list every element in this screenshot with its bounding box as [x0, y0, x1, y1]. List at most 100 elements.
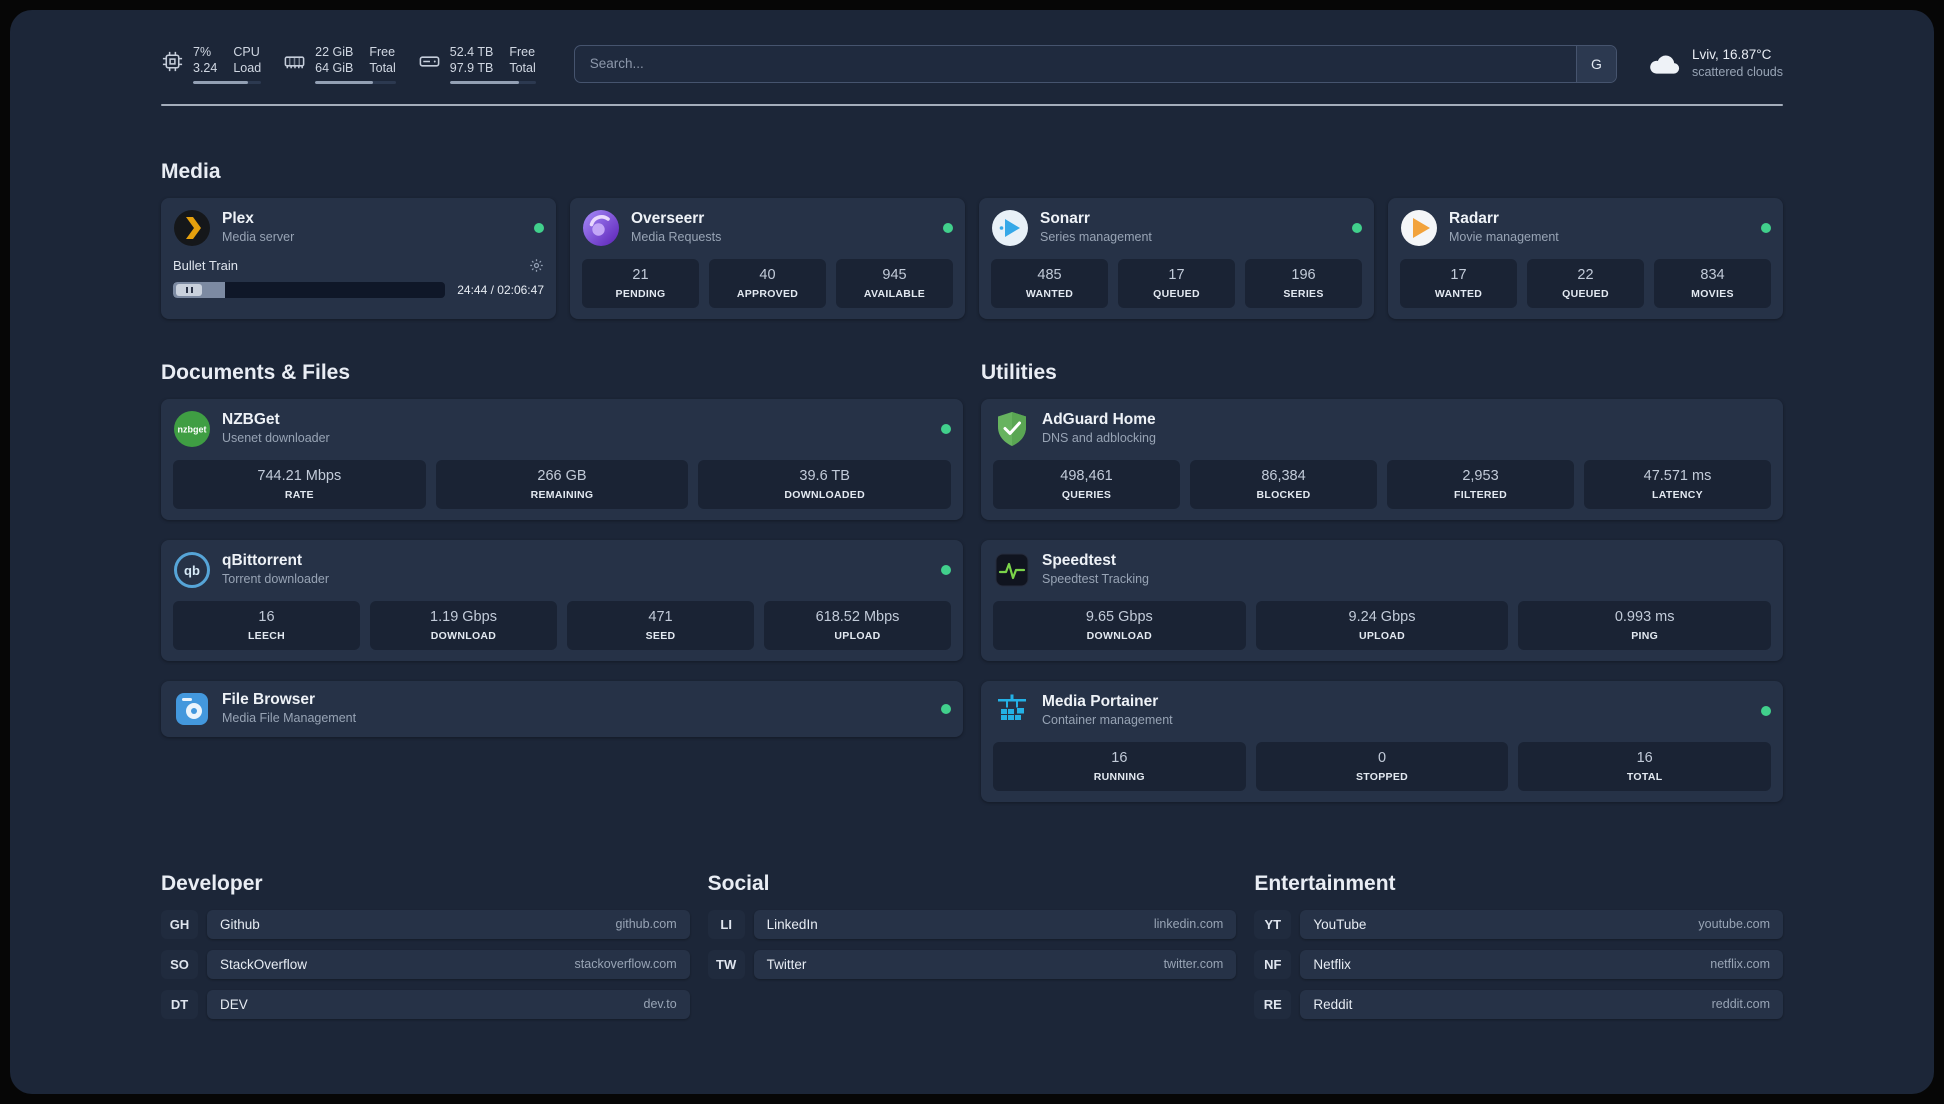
stat-approved: 40 APPROVED: [709, 258, 826, 308]
stat-pending: 21 PENDING: [582, 258, 699, 308]
top-bar: 7% 3.24 CPU Load 22 GiB 64 GiB Free Tota…: [161, 44, 1783, 84]
bookmark-linkedin[interactable]: LI LinkedIn linkedin.com: [707, 909, 1237, 939]
playback-progress-bar: [173, 281, 446, 298]
search-bar: G: [573, 44, 1617, 83]
status-dot: [1761, 222, 1771, 233]
service-card-filebrowser[interactable]: File Browser Media File Management: [161, 680, 963, 737]
bookmark-twitter[interactable]: TW Twitter twitter.com: [707, 949, 1237, 979]
cpu-icon: [162, 51, 183, 72]
speedtest-icon: [993, 551, 1031, 589]
disk-icon: [419, 56, 440, 67]
stat-upload: 618.52 Mbps UPLOAD: [764, 600, 951, 650]
service-name: qBittorrent: [222, 552, 303, 570]
service-card-portainer[interactable]: Media Portainer Container management 16 …: [981, 680, 1783, 802]
bookmark-group-developer: Developer GH Github github.com SO StackO…: [161, 872, 690, 1019]
bookmark-domain: stackoverflow.com: [574, 957, 677, 971]
service-card-overseerr[interactable]: Overseerr Media Requests 21 PENDING 40 A…: [570, 197, 965, 319]
stat-ping: 0.993 ms PING: [1518, 600, 1772, 650]
bookmark-domain: dev.to: [643, 997, 677, 1011]
disk-free-value: 52.4 TB: [449, 45, 494, 59]
bookmark-domain: github.com: [615, 917, 677, 931]
section-title-utilities: Utilities: [981, 360, 1057, 384]
pause-button[interactable]: [176, 283, 202, 296]
bookmark-abbr: LI: [707, 909, 745, 939]
sonarr-icon: [991, 209, 1029, 247]
stat-rate: 744.21 Mbps RATE: [173, 459, 426, 509]
cpu-widget: 7% 3.24 CPU Load: [161, 44, 262, 84]
stat-queries: 498,461 QUERIES: [993, 459, 1180, 509]
service-card-speedtest[interactable]: Speedtest Speedtest Tracking 9.65 Gbps D…: [981, 539, 1783, 661]
service-name: Sonarr: [1040, 210, 1090, 228]
status-dot: [941, 423, 951, 434]
service-name: Speedtest: [1042, 552, 1117, 570]
bookmark-name: LinkedIn: [766, 916, 818, 932]
bookmark-group-social: Social LI LinkedIn linkedin.com TW Twitt…: [707, 871, 1237, 1019]
bookmark-netflix[interactable]: NF Netflix netflix.com: [1254, 949, 1783, 979]
disk-total-value: 97.9 TB: [449, 61, 494, 76]
section-title-documents: Documents & Files: [161, 360, 351, 384]
service-card-sonarr[interactable]: Sonarr Series management 485 WANTED 17 Q…: [979, 197, 1374, 319]
status-dot: [941, 703, 951, 714]
qbittorrent-icon: qb: [173, 551, 211, 589]
service-desc: Movie management: [1449, 230, 1559, 245]
stat-downloaded: 39.6 TB DOWNLOADED: [698, 459, 952, 509]
service-name: Radarr: [1449, 210, 1499, 228]
memory-total-value: 64 GiB: [315, 61, 354, 76]
stat-wanted: 485 WANTED: [991, 258, 1108, 308]
bookmark-github[interactable]: GH Github github.com: [161, 909, 690, 939]
bookmark-reddit[interactable]: RE Reddit reddit.com: [1254, 989, 1783, 1019]
bookmark-abbr: DT: [161, 989, 198, 1019]
service-desc: Usenet downloader: [222, 431, 330, 446]
service-desc: DNS and adblocking: [1042, 431, 1156, 446]
cpu-progress: [193, 80, 262, 84]
service-desc: Media server: [222, 230, 295, 245]
cpu-label: CPU: [233, 45, 260, 59]
service-card-nzbget[interactable]: nzbget NZBGet Usenet downloader 744.21 M…: [161, 398, 963, 520]
service-name: File Browser: [222, 691, 316, 709]
stat-filtered: 2,953 FILTERED: [1387, 459, 1574, 509]
adguard-icon: [993, 410, 1031, 448]
bookmark-youtube[interactable]: YT YouTube youtube.com: [1254, 909, 1783, 939]
svg-text:nzbget: nzbget: [178, 424, 207, 434]
memory-icon: [284, 56, 305, 69]
bookmark-name: YouTube: [1313, 916, 1367, 932]
service-card-qbittorrent[interactable]: qb qBittorrent Torrent downloader 16 LEE…: [161, 539, 963, 661]
gear-icon[interactable]: [529, 258, 544, 273]
disk-free-label: Free: [509, 45, 536, 59]
memory-total-label: Total: [369, 61, 396, 76]
filebrowser-icon: [173, 690, 211, 728]
service-name: AdGuard Home: [1042, 411, 1156, 429]
disk-widget: 52.4 TB 97.9 TB Free Total: [418, 44, 536, 84]
stat-available: 945 AVAILABLE: [836, 258, 953, 308]
disk-total-label: Total: [509, 61, 536, 76]
stat-wanted: 17 WANTED: [1400, 258, 1517, 308]
stat-queued: 17 QUEUED: [1118, 258, 1235, 308]
service-desc: Series management: [1040, 230, 1152, 245]
memory-widget: 22 GiB 64 GiB Free Total: [283, 44, 396, 84]
playback-time: 24:44 / 02:06:47: [457, 282, 544, 297]
search-provider-button[interactable]: G: [1575, 45, 1616, 82]
service-name: NZBGet: [222, 411, 280, 429]
portainer-icon: [993, 692, 1031, 730]
bookmark-stackoverflow[interactable]: SO StackOverflow stackoverflow.com: [161, 949, 690, 979]
service-card-adguard[interactable]: AdGuard Home DNS and adblocking 498,461 …: [981, 398, 1783, 520]
stat-download: 9.65 Gbps DOWNLOAD: [993, 600, 1246, 650]
nzbget-icon: nzbget: [173, 410, 211, 448]
section-title-entertainment: Entertainment: [1254, 871, 1396, 895]
stat-series: 196 SERIES: [1245, 258, 1362, 308]
weather-widget: Lviv, 16.87°C scattered clouds: [1647, 46, 1783, 81]
section-title-developer: Developer: [161, 871, 263, 895]
search-input[interactable]: [574, 45, 1576, 82]
bookmark-domain: linkedin.com: [1153, 917, 1224, 931]
section-title-social: Social: [707, 871, 770, 895]
service-card-radarr[interactable]: Radarr Movie management 17 WANTED 22 QUE…: [1388, 197, 1783, 319]
bookmark-abbr: TW: [707, 949, 745, 979]
service-card-plex[interactable]: Plex Media server Bullet Train 24:44 / 0…: [161, 197, 556, 319]
cpu-sublabel: Load: [233, 61, 262, 76]
stat-queued: 22 QUEUED: [1527, 258, 1644, 308]
status-dot: [1761, 705, 1771, 716]
bookmark-dev[interactable]: DT DEV dev.to: [161, 989, 690, 1019]
bookmark-name: Github: [220, 916, 260, 932]
now-playing-title: Bullet Train: [173, 257, 239, 273]
stat-remaining: 266 GB REMAINING: [435, 459, 689, 509]
